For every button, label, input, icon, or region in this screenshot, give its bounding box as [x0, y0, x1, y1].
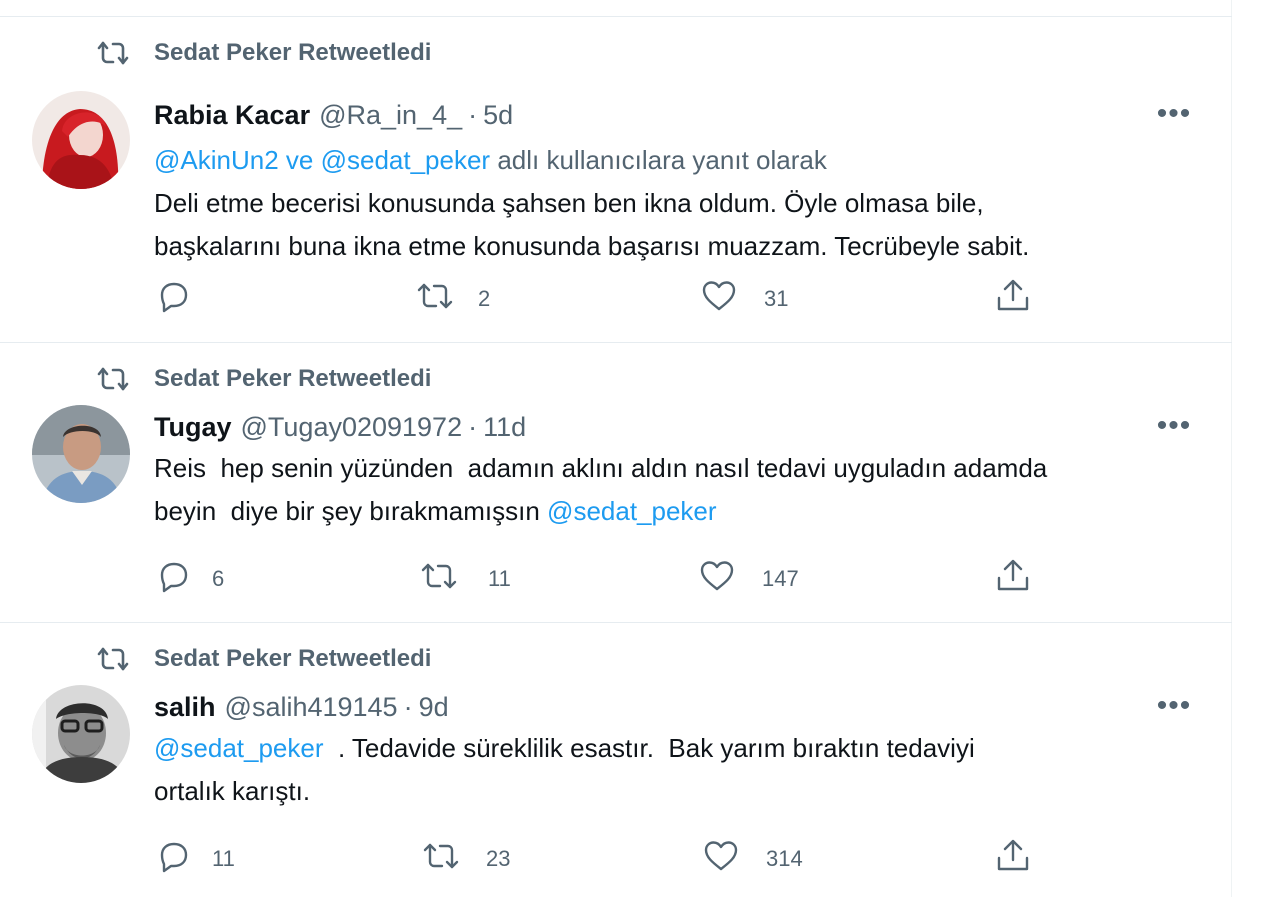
retweeted-by-label[interactable]: Sedat Peker Retweetledi [154, 365, 431, 393]
reply-count: 11 [212, 846, 235, 871]
like-count: 314 [766, 846, 803, 871]
tweet-text: @AkinUn2 ve @sedat_peker adlı kullanıcıl… [154, 139, 1214, 268]
reply-icon [154, 278, 192, 320]
display-name[interactable]: Rabia Kacar [154, 100, 310, 131]
display-name[interactable]: Tugay [154, 412, 232, 443]
tweet-text: @sedat_peker . Tedavide süreklilik esast… [154, 727, 1214, 813]
tweet-text: Reis hep senin yüzünden adamın aklını al… [154, 447, 1214, 533]
avatar[interactable] [32, 91, 130, 189]
share-button[interactable] [994, 559, 1032, 599]
tweet[interactable]: Sedat Peker Retweetledi Rabia Kacar @Ra_… [0, 16, 1232, 344]
user-handle[interactable]: @salih419145 [225, 692, 398, 723]
reply-icon [154, 558, 192, 600]
display-name[interactable]: salih [154, 692, 216, 723]
tweet-line-text: beyin diye bir şey bırakmamışsın [154, 496, 548, 526]
mention-link[interactable]: @sedat_peker [547, 496, 717, 526]
more-icon[interactable]: ••• [1154, 691, 1194, 721]
separator-dot: · [468, 99, 478, 130]
reply-context: @AkinUn2 ve @sedat_peker adlı kullanıcıl… [154, 139, 1214, 182]
tweet-line: başkalarını buna ikna etme konusunda baş… [154, 231, 1030, 261]
retweet-icon [420, 558, 458, 600]
like-button[interactable]: 147 [698, 559, 799, 599]
retweet-icon [422, 838, 460, 880]
separator-dot: · [403, 691, 413, 722]
reply-connector: ve [278, 145, 321, 175]
tweet-line: ortalık karıştı. [154, 776, 311, 806]
avatar[interactable] [32, 405, 130, 503]
tweet-line-text: . Tedavide süreklilik esastır. Bak yarım… [323, 733, 975, 763]
retweet-context: Sedat Peker Retweetledi [96, 643, 431, 675]
reply-icon [154, 838, 192, 880]
retweet-button[interactable]: 11 [420, 559, 511, 599]
share-button[interactable] [994, 279, 1032, 319]
tweet-actions: 11 23 314 [154, 839, 1154, 879]
retweet-icon [96, 39, 132, 67]
reply-context-text: adlı kullanıcılara yanıt olarak [490, 145, 827, 175]
tweet[interactable]: Sedat Peker Retweetledi salih @salih4191… [0, 622, 1232, 897]
retweet-count: 23 [486, 846, 511, 871]
like-count: 31 [764, 286, 789, 311]
mention-link[interactable]: @sedat_peker [154, 733, 324, 763]
retweet-context: Sedat Peker Retweetledi [96, 363, 431, 395]
heart-icon [700, 278, 738, 320]
heart-icon [698, 558, 736, 600]
mention-link[interactable]: @AkinUn2 [154, 145, 279, 175]
retweeted-by-label[interactable]: Sedat Peker Retweetledi [154, 39, 431, 67]
retweet-icon [416, 278, 454, 320]
retweeted-by-label[interactable]: Sedat Peker Retweetledi [154, 645, 431, 673]
retweet-count: 11 [488, 566, 511, 591]
like-count: 147 [762, 566, 799, 591]
heart-icon [702, 838, 740, 880]
share-button[interactable] [994, 839, 1032, 879]
tweet-line: beyin diye bir şey bırakmamışsın @sedat_… [154, 490, 1214, 533]
like-button[interactable]: 314 [702, 839, 803, 879]
user-handle[interactable]: @Tugay02091972 [241, 412, 463, 443]
reply-button[interactable] [154, 279, 214, 319]
retweet-count: 2 [478, 286, 491, 311]
tweet-line: Deli etme becerisi konusunda şahsen ben … [154, 188, 984, 218]
retweet-button[interactable]: 2 [416, 279, 490, 319]
mention-link[interactable]: @sedat_peker [321, 145, 491, 175]
tweet-line: Reis hep senin yüzünden adamın aklını al… [154, 453, 1048, 483]
reply-count: 6 [212, 566, 225, 591]
share-icon [994, 838, 1032, 880]
more-icon[interactable]: ••• [1154, 411, 1194, 441]
avatar[interactable] [32, 685, 130, 783]
more-icon[interactable]: ••• [1154, 99, 1194, 129]
tweet-header: Tugay @Tugay02091972 · 11d [154, 407, 526, 447]
timestamp[interactable]: 5d [483, 100, 513, 131]
timestamp[interactable]: 9d [419, 692, 449, 723]
tweet-actions: 6 11 147 [154, 559, 1154, 599]
retweet-button[interactable]: 23 [422, 839, 510, 879]
separator-dot: · [468, 411, 478, 442]
share-icon [994, 558, 1032, 600]
timeline-feed: Sedat Peker Retweetledi Rabia Kacar @Ra_… [0, 0, 1232, 897]
tweet[interactable]: Sedat Peker Retweetledi Tugay @Tugay0209… [0, 342, 1232, 624]
user-handle[interactable]: @Ra_in_4_ [319, 100, 462, 131]
reply-button[interactable]: 11 [154, 839, 235, 879]
tweet-actions: 2 31 [154, 279, 1154, 319]
like-button[interactable]: 31 [700, 279, 788, 319]
tweet-header: salih @salih419145 · 9d [154, 687, 449, 727]
retweet-icon [96, 645, 132, 673]
tweet-line: @sedat_peker . Tedavide süreklilik esast… [154, 727, 1214, 770]
retweet-icon [96, 365, 132, 393]
timestamp[interactable]: 11d [483, 412, 526, 443]
share-icon [994, 278, 1032, 320]
retweet-context: Sedat Peker Retweetledi [96, 37, 431, 69]
reply-button[interactable]: 6 [154, 559, 224, 599]
tweet-header: Rabia Kacar @Ra_in_4_ · 5d [154, 95, 513, 135]
